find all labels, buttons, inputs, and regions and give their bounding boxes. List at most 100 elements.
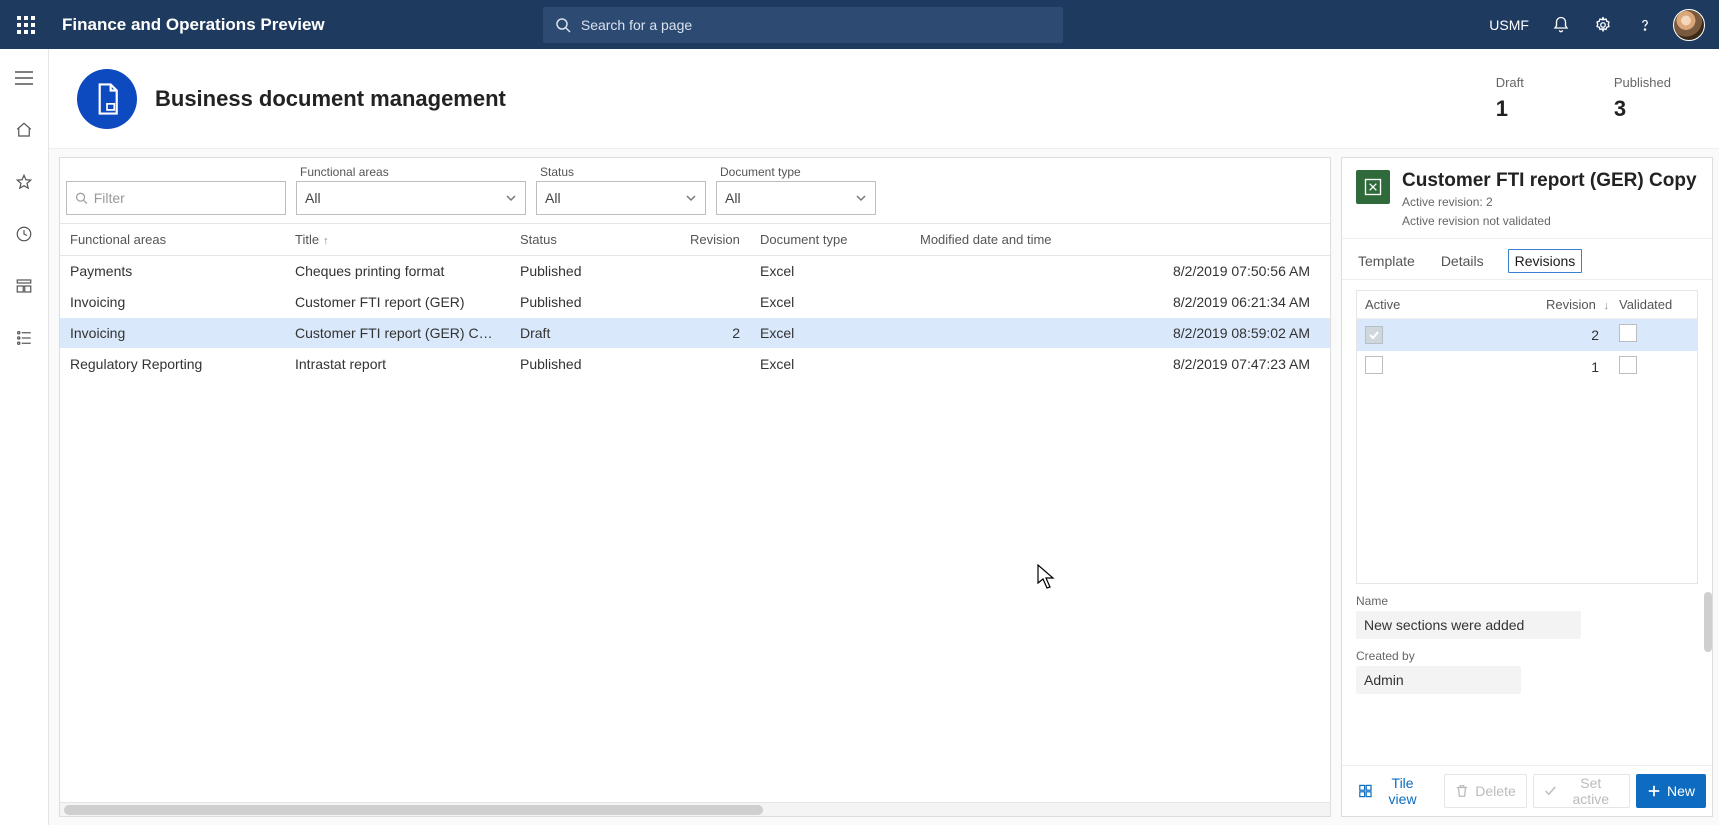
cell-modified: 8/2/2019 06:21:34 AM	[910, 287, 1330, 318]
user-avatar[interactable]	[1673, 9, 1705, 41]
settings-button[interactable]	[1583, 5, 1623, 45]
shell: Business document management Draft 1 Pub…	[0, 49, 1719, 825]
detail-actions: Tile view Delete Set active New	[1342, 765, 1712, 816]
tab-template[interactable]: Template	[1356, 249, 1417, 279]
cell-status: Published	[510, 349, 680, 380]
nav-home[interactable]	[5, 111, 43, 149]
createdby-field[interactable]: Admin	[1356, 666, 1521, 694]
col-functional-areas[interactable]: Functional areas	[60, 224, 285, 256]
nav-favorites[interactable]	[5, 163, 43, 201]
cell-title: Cheques printing format	[285, 256, 510, 287]
active-checkbox[interactable]	[1365, 326, 1383, 344]
filter-doctype[interactable]: All	[716, 181, 876, 215]
cell-modified: 8/2/2019 07:47:23 AM	[910, 349, 1330, 380]
clock-icon	[15, 225, 33, 243]
detail-header: Customer FTI report (GER) Copy Active re…	[1342, 158, 1712, 239]
cell-doctype: Excel	[750, 349, 910, 380]
cell-functional-area: Regulatory Reporting	[60, 349, 285, 380]
quick-filter-text[interactable]	[94, 190, 277, 206]
chevron-down-icon	[855, 192, 867, 204]
createdby-label: Created by	[1356, 649, 1698, 663]
grid-header-row: Functional areas Title↑ Status Revision …	[60, 224, 1330, 256]
revision-row[interactable]: 1	[1357, 351, 1697, 383]
detail-panel: Customer FTI report (GER) Copy Active re…	[1341, 157, 1713, 817]
filter-doctype-value: All	[725, 190, 741, 206]
cell-status: Published	[510, 256, 680, 287]
stat-draft[interactable]: Draft 1	[1496, 75, 1524, 122]
table-row[interactable]: InvoicingCustomer FTI report (GER) CopyD…	[60, 318, 1330, 349]
page-title: Business document management	[155, 86, 506, 112]
nav-recent[interactable]	[5, 215, 43, 253]
global-search[interactable]	[543, 7, 1063, 43]
detail-tabs: Template Details Revisions	[1342, 239, 1712, 280]
app-launcher-button[interactable]	[6, 5, 46, 45]
tile-icon	[1359, 784, 1372, 798]
name-field[interactable]: New sections were added	[1356, 611, 1581, 639]
cell-doctype: Excel	[750, 256, 910, 287]
topbar-right: USMF	[1489, 5, 1713, 45]
quick-filter-input[interactable]	[66, 181, 286, 215]
delete-button[interactable]: Delete	[1444, 774, 1526, 808]
legal-entity-picker[interactable]: USMF	[1489, 17, 1529, 33]
cell-status: Published	[510, 287, 680, 318]
validated-checkbox[interactable]	[1619, 324, 1637, 342]
scrollbar-thumb[interactable]	[64, 805, 763, 815]
revcol-validated[interactable]: Validated	[1619, 297, 1689, 312]
tab-details[interactable]: Details	[1439, 249, 1486, 279]
col-revision[interactable]: Revision	[680, 224, 750, 256]
topbar: Finance and Operations Preview USMF	[0, 0, 1719, 49]
filter-status[interactable]: All	[536, 181, 706, 215]
col-doctype[interactable]: Document type	[750, 224, 910, 256]
nav-modules[interactable]	[5, 319, 43, 357]
cell-doctype: Excel	[750, 287, 910, 318]
check-icon	[1544, 784, 1557, 798]
page-header: Business document management Draft 1 Pub…	[49, 49, 1719, 149]
set-active-label: Set active	[1563, 775, 1619, 807]
nav-expand-button[interactable]	[5, 59, 43, 97]
workspace-icon	[15, 277, 33, 295]
nav-workspaces[interactable]	[5, 267, 43, 305]
col-title[interactable]: Title↑	[285, 224, 510, 256]
horizontal-scrollbar[interactable]	[60, 802, 1330, 816]
validated-checkbox[interactable]	[1619, 356, 1637, 374]
stat-published-label: Published	[1614, 75, 1671, 90]
tile-view-button[interactable]: Tile view	[1348, 774, 1438, 808]
chevron-down-icon	[685, 192, 697, 204]
filter-functional-areas[interactable]: All	[296, 181, 526, 215]
workspace: Functional areas All Status All	[49, 149, 1719, 825]
tile-view-label: Tile view	[1378, 775, 1427, 807]
active-checkbox[interactable]	[1365, 356, 1383, 374]
main: Business document management Draft 1 Pub…	[49, 49, 1719, 825]
help-button[interactable]	[1625, 5, 1665, 45]
tab-revisions[interactable]: Revisions	[1508, 249, 1583, 273]
revcol-active[interactable]: Active	[1365, 297, 1485, 312]
detail-title: Customer FTI report (GER) Copy	[1402, 170, 1697, 192]
detail-active-revision: Active revision: 2	[1402, 194, 1697, 211]
notifications-button[interactable]	[1541, 5, 1581, 45]
col-modified[interactable]: Modified date and time	[910, 224, 1330, 256]
cell-modified: 8/2/2019 07:50:56 AM	[910, 256, 1330, 287]
stat-published-value: 3	[1614, 96, 1671, 122]
new-button[interactable]: New	[1636, 774, 1706, 808]
vertical-scrollbar[interactable]	[1704, 592, 1712, 652]
help-icon	[1636, 16, 1654, 34]
revcol-revision[interactable]: Revision ↓	[1485, 297, 1619, 312]
cell-status: Draft	[510, 318, 680, 349]
filter-status-label: Status	[540, 165, 706, 179]
set-active-button[interactable]: Set active	[1533, 774, 1630, 808]
cell-title: Customer FTI report (GER) Copy	[285, 318, 510, 349]
bell-icon	[1552, 16, 1570, 34]
table-row[interactable]: PaymentsCheques printing formatPublished…	[60, 256, 1330, 287]
stat-published[interactable]: Published 3	[1614, 75, 1671, 122]
revision-row[interactable]: 2	[1357, 319, 1697, 351]
table-row[interactable]: Regulatory ReportingIntrastat reportPubl…	[60, 349, 1330, 380]
delete-label: Delete	[1475, 783, 1515, 799]
modules-icon	[15, 329, 33, 347]
documents-grid: Functional areas Title↑ Status Revision …	[60, 223, 1330, 380]
hamburger-icon	[15, 71, 33, 85]
table-row[interactable]: InvoicingCustomer FTI report (GER)Publis…	[60, 287, 1330, 318]
global-search-input[interactable]	[581, 17, 1051, 33]
revision-number: 2	[1485, 327, 1619, 343]
col-status[interactable]: Status	[510, 224, 680, 256]
filter-doctype-label: Document type	[720, 165, 876, 179]
